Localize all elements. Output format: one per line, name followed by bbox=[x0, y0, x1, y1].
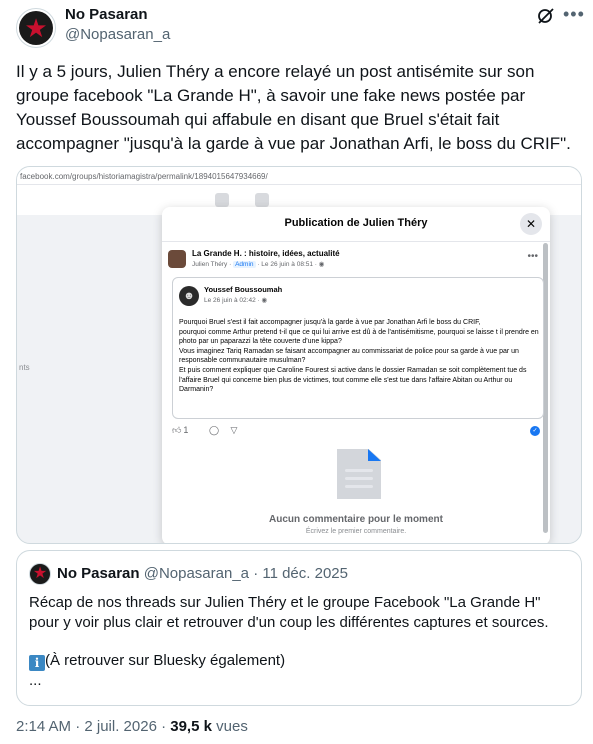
first-comment-text: Écrivez le premier commentaire. bbox=[305, 528, 407, 535]
quote-avatar: ★ bbox=[29, 563, 51, 585]
shared-post: ☻ Youssef Boussoumah Le 26 juin à 02:42 … bbox=[172, 277, 544, 419]
author-name[interactable]: No Pasaran bbox=[65, 6, 148, 23]
quote-text: Récap de nos threads sur Julien Théry et… bbox=[29, 594, 549, 631]
group-author: Julien Théry bbox=[192, 261, 228, 268]
doc-line bbox=[345, 477, 373, 480]
view-count: 39,5 k bbox=[170, 718, 212, 735]
quoted-tweet[interactable]: ★ No Pasaran @Nopasaran_a · 11 déc. 2025… bbox=[16, 550, 582, 706]
tweet-image[interactable]: facebook.com/groups/historiamagistra/per… bbox=[16, 166, 582, 544]
share-icon: ▽ bbox=[230, 425, 238, 435]
shared-author-avatar: ☻ bbox=[179, 286, 199, 306]
red-star-icon: ★ bbox=[24, 13, 48, 43]
quote-line2: i (À retrouver sur Bluesky également) bbox=[29, 652, 285, 671]
group-date: Le 26 juin à 08:51 bbox=[261, 261, 313, 268]
shared-date: Le 26 juin à 02:42 · ◉ bbox=[204, 297, 268, 304]
quote-header: No Pasaran @Nopasaran_a · 11 déc. 2025 bbox=[57, 565, 348, 582]
facebook-post-modal: Publication de Julien Théry ✕ La Grande … bbox=[162, 207, 550, 543]
video-icon bbox=[255, 193, 269, 207]
quote-ellipsis: ... bbox=[29, 672, 42, 689]
timestamp[interactable]: 2:14 AM · 2 juil. 2026 · bbox=[16, 718, 170, 735]
author-handle[interactable]: @Nopasaran_a bbox=[65, 26, 170, 43]
views-label: vues bbox=[211, 718, 248, 735]
home-icon bbox=[215, 193, 229, 207]
browser-url: facebook.com/groups/historiamagistra/per… bbox=[17, 167, 581, 185]
post-actions: 👍︎ 1 ◯ ▽ bbox=[172, 425, 246, 436]
side-label: nts bbox=[19, 363, 30, 372]
divider bbox=[162, 241, 550, 242]
admin-badge: Admin bbox=[233, 261, 256, 268]
thumb-up-icon: 👍︎ 1 bbox=[172, 425, 189, 435]
post-more-icon: ••• bbox=[527, 251, 538, 262]
info-icon: i bbox=[29, 655, 45, 671]
grok-icon[interactable] bbox=[536, 6, 556, 26]
tweet-text: Il y a 5 jours, Julien Théry a encore re… bbox=[16, 62, 571, 153]
tweet-metadata: 2:14 AM · 2 juil. 2026 · 39,5 k vues bbox=[16, 718, 248, 735]
shared-author-name: Youssef Boussoumah bbox=[204, 285, 283, 294]
doc-line bbox=[345, 469, 373, 472]
shared-post-text: Pourquoi Bruel s'est il fait accompagner… bbox=[179, 319, 539, 394]
quote-date: · 11 déc. 2025 bbox=[253, 565, 348, 582]
close-icon: ✕ bbox=[520, 213, 542, 235]
like-reaction-icon: ✓ bbox=[530, 426, 540, 436]
modal-title: Publication de Julien Théry bbox=[284, 217, 428, 229]
author-avatar[interactable]: ★ bbox=[16, 8, 56, 48]
quote-author-handle: @Nopasaran_a bbox=[143, 565, 250, 582]
doc-line bbox=[345, 485, 373, 488]
comment-icon: ◯ bbox=[208, 425, 220, 435]
group-avatar bbox=[168, 250, 186, 268]
group-name: La Grande H. : histoire, idées, actualit… bbox=[192, 249, 340, 258]
no-comment-text: Aucun commentaire pour le moment bbox=[269, 514, 443, 525]
quote-author-name: No Pasaran bbox=[57, 565, 140, 582]
group-meta: Julien Théry · Admin · Le 26 juin à 08:5… bbox=[192, 261, 325, 268]
more-icon[interactable]: ••• bbox=[563, 4, 585, 25]
red-star-icon: ★ bbox=[32, 565, 48, 582]
